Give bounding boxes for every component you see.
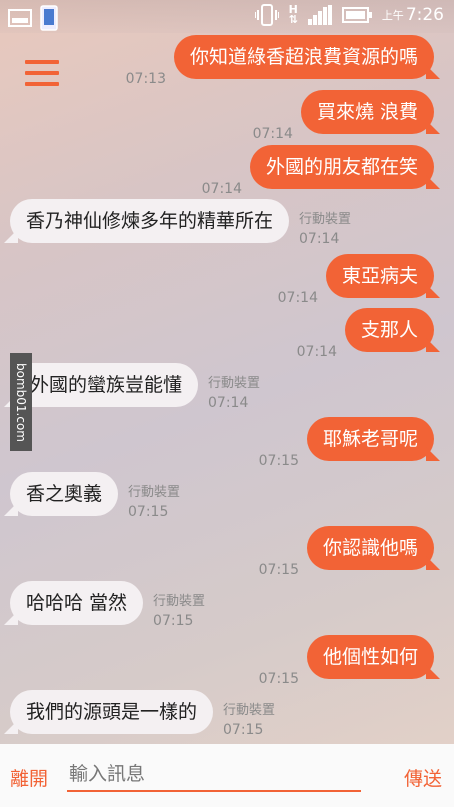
message-meta: 行動裝置 07:15 xyxy=(128,481,180,520)
hamburger-line xyxy=(25,82,59,86)
message-device: 行動裝置 xyxy=(299,212,352,227)
message-outgoing: 07:15 你認識他嗎 xyxy=(259,526,434,578)
clock: 7:26 xyxy=(405,5,444,25)
message-outgoing: 07:15 耶穌老哥呢 xyxy=(259,417,434,469)
message-meta: 行動裝置 07:15 xyxy=(153,590,205,629)
leave-button[interactable]: 離開 xyxy=(10,764,48,791)
message-meta: 行動裝置 07:15 xyxy=(223,699,275,738)
message-meta: 行動裝置 07:14 xyxy=(208,372,260,411)
message-bubble: 香乃神仙修煉多年的精華所在 xyxy=(10,199,290,243)
status-bar: H ⇅ 上午 7:26 xyxy=(0,0,454,33)
message-time: 07:15 xyxy=(258,453,299,469)
message-meta: 行動裝置 07:14 xyxy=(299,208,351,247)
battery-icon xyxy=(341,7,372,23)
system-icons: H ⇅ 上午 7:26 xyxy=(254,4,444,26)
message-outgoing: 07:14 支那人 xyxy=(297,308,434,360)
message-bubble: 我們的源頭是一樣的 xyxy=(10,690,214,734)
message-bubble: 支那人 xyxy=(344,308,434,352)
message-outgoing: 07:14 買來燒 浪費 xyxy=(253,90,434,142)
clock-ampm: 上午 xyxy=(381,9,404,22)
message-bubble: 你知道綠香超浪費資源的嗎 xyxy=(173,35,434,79)
bottom-bar: 離開 傳送 xyxy=(0,744,454,807)
message-bubble: 東亞病夫 xyxy=(325,254,434,298)
message-device: 行動裝置 xyxy=(153,594,206,609)
network-type-icon: H ⇅ xyxy=(288,4,298,26)
watermark: bomb01.com xyxy=(10,353,32,451)
message-time: 07:15 xyxy=(223,722,264,738)
hamburger-line xyxy=(25,60,59,64)
image-notification-icon xyxy=(8,9,32,27)
signal-icon xyxy=(307,5,332,25)
hamburger-line xyxy=(25,71,59,75)
message-time: 07:15 xyxy=(258,562,299,578)
message-bubble: 香之奧義 xyxy=(10,472,119,516)
message-time: 07:15 xyxy=(128,504,169,520)
message-time: 07:15 xyxy=(258,671,299,687)
message-bubble: 哈哈哈 當然 xyxy=(10,581,144,625)
message-outgoing: 07:13 你知道綠香超浪費資源的嗎 xyxy=(126,35,434,87)
message-device: 行動裝置 xyxy=(208,376,261,391)
message-outgoing: 07:14 東亞病夫 xyxy=(278,254,434,306)
vibrate-icon xyxy=(254,4,279,26)
message-time: 07:13 xyxy=(125,71,166,87)
message-incoming: 我們的源頭是一樣的 行動裝置 07:15 xyxy=(10,690,275,738)
message-bubble: 他個性如何 xyxy=(306,635,434,679)
message-time: 07:14 xyxy=(296,344,337,360)
menu-button[interactable] xyxy=(25,60,59,88)
message-device: 行動裝置 xyxy=(128,485,181,500)
message-time: 07:14 xyxy=(201,181,242,197)
message-time: 07:14 xyxy=(208,395,249,411)
message-device: 行動裝置 xyxy=(223,703,276,718)
message-incoming: 外國的蠻族豈能懂 行動裝置 07:14 xyxy=(10,363,260,411)
message-incoming: 香之奧義 行動裝置 07:15 xyxy=(10,472,180,520)
phone-notification-icon xyxy=(40,5,58,31)
message-outgoing: 07:14 外國的朋友都在笑 xyxy=(202,145,434,197)
message-incoming: 哈哈哈 當然 行動裝置 07:15 xyxy=(10,581,205,629)
message-bubble: 外國的朋友都在笑 xyxy=(249,145,434,189)
data-arrows-icon: ⇅ xyxy=(288,13,298,26)
message-time: 07:14 xyxy=(252,126,293,142)
message-time: 07:14 xyxy=(277,290,318,306)
message-bubble: 外國的蠻族豈能懂 xyxy=(10,363,199,407)
message-outgoing: 07:15 他個性如何 xyxy=(259,635,434,687)
message-bubble: 買來燒 浪費 xyxy=(300,90,434,134)
message-time: 07:15 xyxy=(153,613,194,629)
message-bubble: 你認識他嗎 xyxy=(306,526,434,570)
send-button[interactable]: 傳送 xyxy=(404,764,442,791)
notification-icons xyxy=(8,5,58,31)
message-incoming: 香乃神仙修煉多年的精華所在 行動裝置 07:14 xyxy=(10,199,351,247)
message-bubble: 耶穌老哥呢 xyxy=(306,417,434,461)
message-time: 07:14 xyxy=(299,231,340,247)
message-input[interactable] xyxy=(67,758,361,792)
